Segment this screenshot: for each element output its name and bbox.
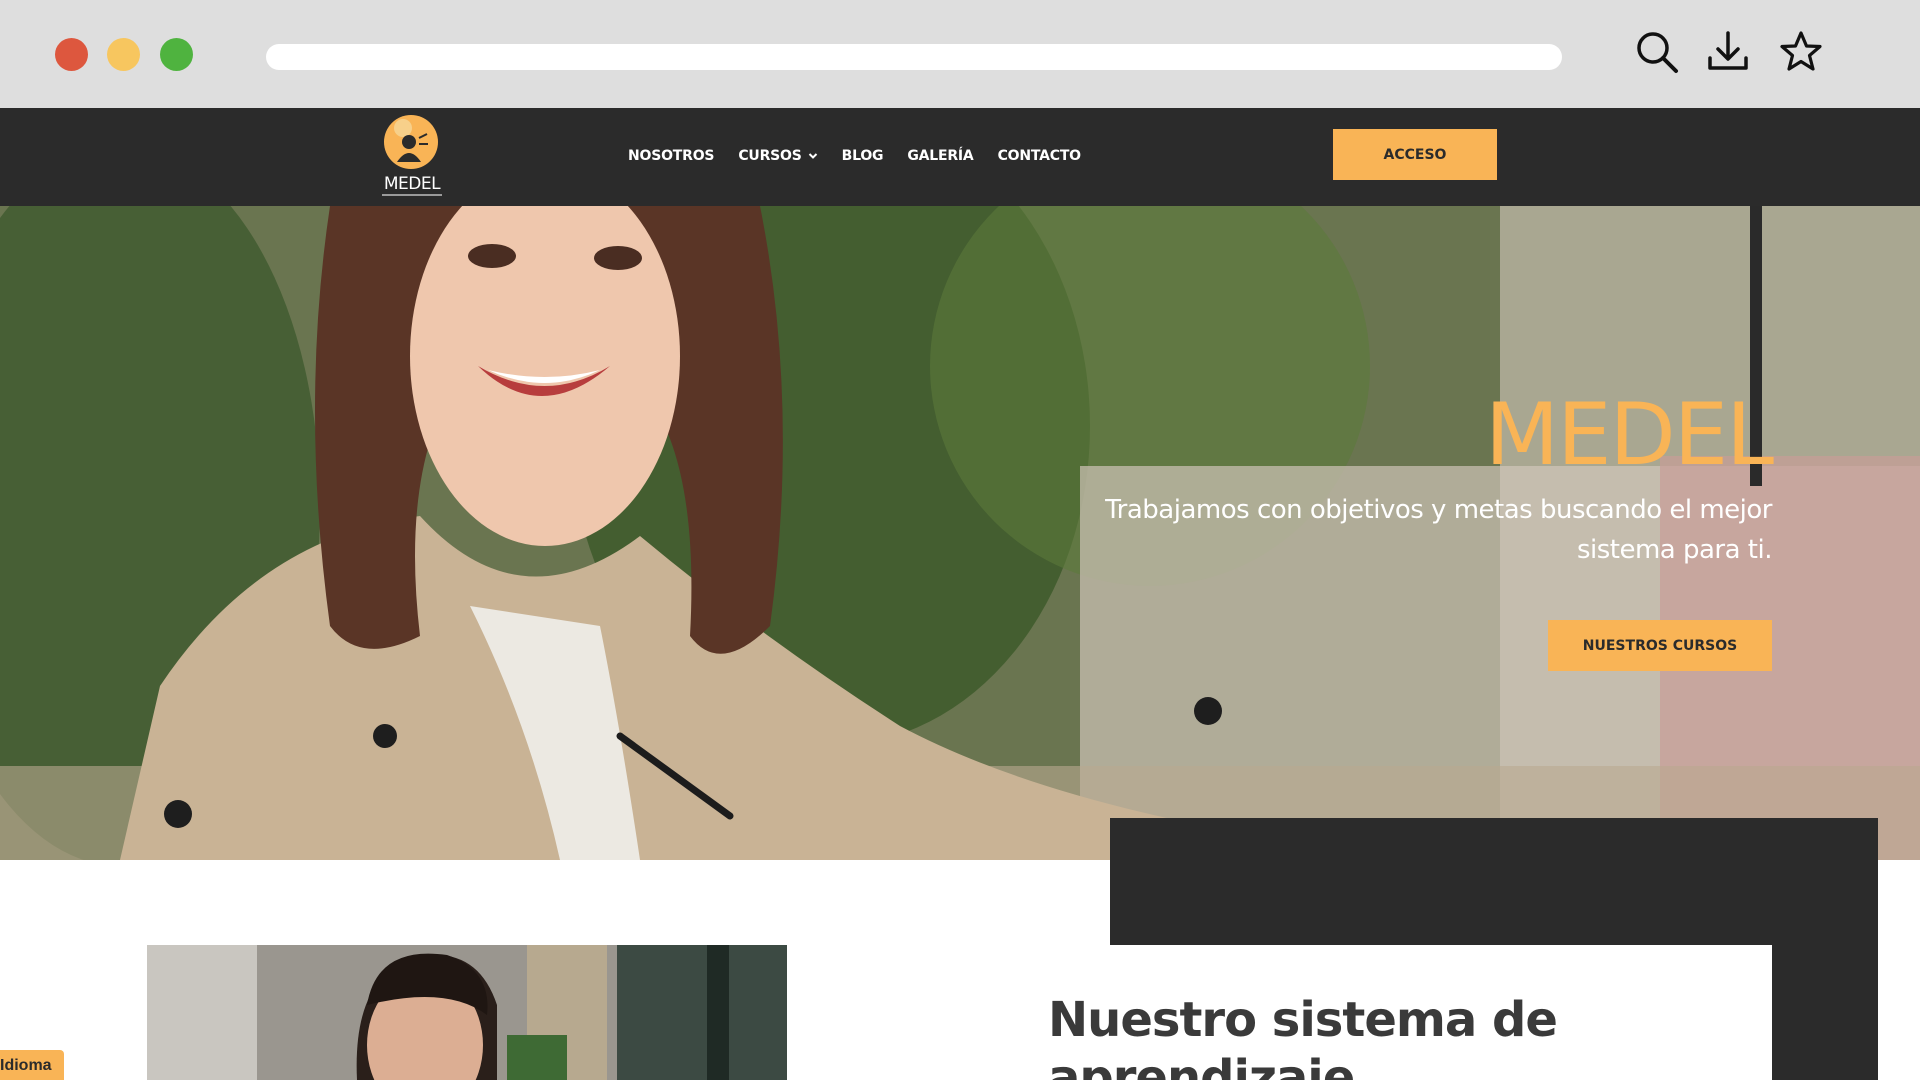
star-icon[interactable] bbox=[1777, 28, 1825, 76]
logo-tagline bbox=[382, 194, 442, 196]
logo-wordmark: MEDEL bbox=[383, 174, 441, 194]
man-photo bbox=[147, 945, 787, 1080]
acceso-button[interactable]: ACCESO bbox=[1333, 129, 1497, 180]
hero-section: MEDEL Trabajamos con objetivos y metas b… bbox=[0, 206, 1920, 860]
search-icon[interactable] bbox=[1633, 28, 1681, 76]
download-icon[interactable] bbox=[1704, 28, 1752, 76]
language-tab[interactable]: Idioma bbox=[0, 1050, 64, 1080]
minimize-window-button[interactable] bbox=[107, 38, 140, 71]
section-title: Nuestro sistema de aprendizaje bbox=[1048, 992, 1558, 1080]
nav-cursos-label: CURSOS bbox=[738, 148, 802, 164]
hero-title: MEDEL bbox=[1484, 385, 1774, 485]
logo-emblem bbox=[383, 114, 439, 170]
nav-cursos[interactable]: CURSOS bbox=[738, 148, 817, 164]
browser-chrome bbox=[0, 0, 1920, 108]
maximize-window-button[interactable] bbox=[160, 38, 193, 71]
nav-galeria[interactable]: GALERÍA bbox=[907, 148, 973, 164]
hero-subtitle: Trabajamos con objetivos y metas buscand… bbox=[1105, 495, 1772, 565]
nav-nosotros[interactable]: NOSOTROS bbox=[628, 148, 715, 164]
nuestros-cursos-button[interactable]: NUESTROS CURSOS bbox=[1548, 620, 1772, 671]
section-card: Nuestro sistema de aprendizaje bbox=[1010, 945, 1772, 1080]
address-bar[interactable] bbox=[266, 44, 1562, 70]
section-image bbox=[147, 945, 787, 1080]
chevron-down-icon bbox=[808, 153, 817, 159]
site-logo[interactable]: MEDEL bbox=[380, 112, 444, 202]
close-window-button[interactable] bbox=[55, 38, 88, 71]
site-header: MEDEL NOSOTROS CURSOS BLOG GALERÍA CONTA… bbox=[0, 108, 1920, 206]
nav-contacto[interactable]: CONTACTO bbox=[998, 148, 1082, 164]
nav-blog[interactable]: BLOG bbox=[842, 148, 884, 164]
main-nav: NOSOTROS CURSOS BLOG GALERÍA CONTACTO bbox=[628, 148, 1105, 164]
